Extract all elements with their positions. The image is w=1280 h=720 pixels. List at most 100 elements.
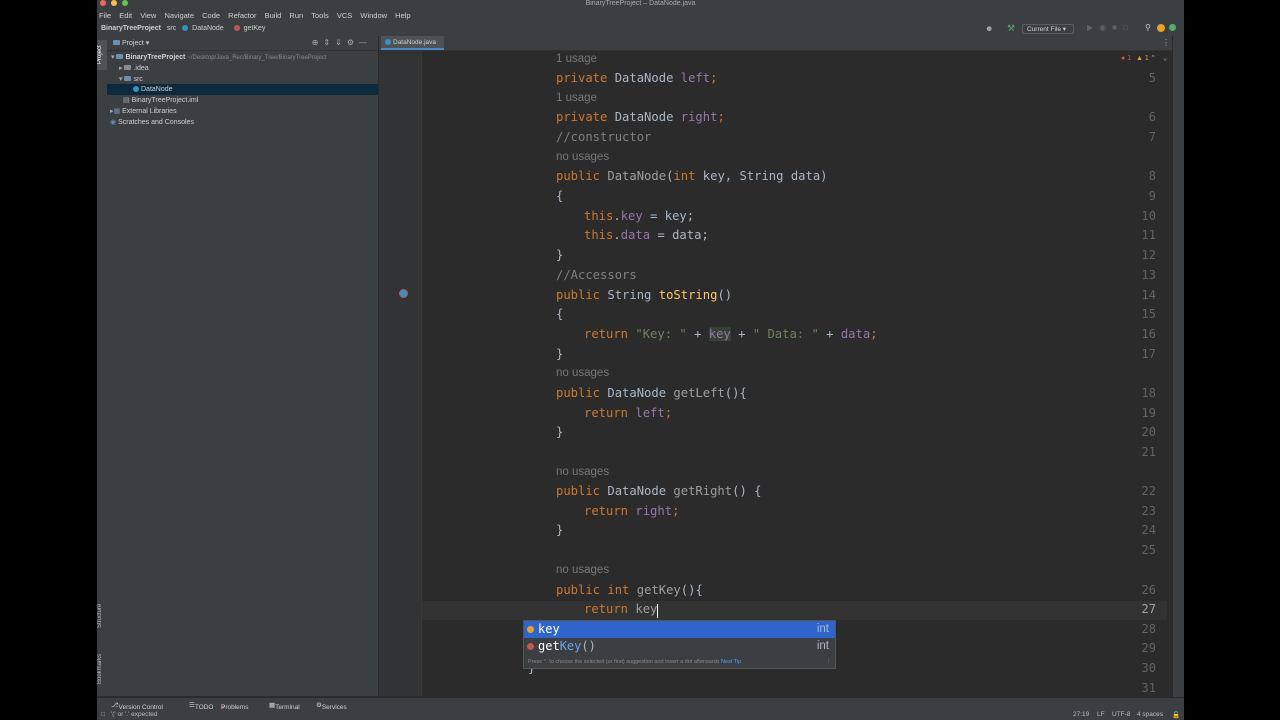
ide-logo-icon[interactable] [1169,24,1176,31]
menu-refactor[interactable]: Refactor [228,11,256,20]
keyword: public [556,583,601,597]
keyword: private [556,71,608,85]
completion-item-key[interactable]: key int [524,621,835,638]
tip-text: Press ^. to choose the selected (or firs… [528,659,720,665]
project-view-select[interactable]: Project ▾ [113,39,149,47]
completion-item-getkey[interactable]: getKey() int [524,638,835,655]
more-options-icon[interactable]: ⋮ [826,657,832,667]
menu-file[interactable]: File [99,11,111,20]
tool-services[interactable]: ⚙ Services [316,701,347,711]
expr-token: = key; [642,209,695,223]
run-config-label: Current File [1027,26,1061,33]
menu-vcs[interactable]: VCS [337,11,352,20]
warning-count: 1 [1144,55,1149,62]
usage-hint[interactable]: no usages [556,367,609,379]
breadcrumb-project[interactable]: BinaryTreeProject [101,25,161,32]
tool-terminal[interactable]: ▩ Terminal [269,701,300,711]
line-number: 5 [1148,71,1156,85]
current-line-highlight [422,601,1167,620]
menu-edit[interactable]: Edit [119,11,132,20]
menu-run[interactable]: Run [289,11,303,20]
next-highlight-icon[interactable]: ⌄ [1163,54,1167,62]
punct-token: + [686,327,709,341]
line-number: 22 [1141,484,1156,498]
tree-item-iml[interactable]: ▤ BinaryTreeProject.iml [107,95,378,106]
breadcrumb-class[interactable]: DataNode [182,25,228,32]
override-gutter-icon[interactable] [399,289,408,298]
punct-token: ; [710,71,718,85]
user-icon[interactable]: ☻ [985,24,993,33]
breadcrumb-src[interactable]: src [167,25,176,32]
run-config-select[interactable]: Current File ▾ [1022,24,1074,34]
build-hammer-icon[interactable]: ⚒ [1007,23,1015,34]
file-encoding[interactable]: UTF-8 [1112,711,1130,718]
tab-datanode-java[interactable]: DataNode.java [381,36,444,50]
line-number: 20 [1141,425,1156,439]
field-token: left [628,406,665,420]
inspection-errors[interactable]: ● 1 [1121,55,1131,62]
field-token: key [708,327,731,341]
menu-bar: BinaryTreeProject – DataNode.java File E… [97,0,1184,22]
punct-token: + [818,327,841,341]
tree-item-datanode[interactable]: DataNode [107,84,378,95]
next-tip-link[interactable]: Next Tip [721,659,741,665]
breadcrumb: BinaryTreeProject src DataNode getKey [101,25,273,32]
code-line-10: this.key = key; [584,209,694,223]
usage-hint[interactable]: no usages [556,151,609,163]
menu-help[interactable]: Help [395,11,410,20]
zoom-window-icon[interactable] [122,0,128,6]
tree-item-external-libraries[interactable]: ▸▦ External Libraries [107,106,378,117]
status-toggle-icon[interactable]: □ [101,711,105,718]
menu-window[interactable]: Window [360,11,387,20]
menu-code[interactable]: Code [202,11,220,20]
string-token: " Data: " [752,327,819,341]
tree-item-scratches[interactable]: ◉ Scratches and Consoles [107,117,378,128]
keyword: int [607,583,630,597]
close-window-icon[interactable] [100,0,106,6]
status-message: '(' or '.' expected [111,711,158,718]
code-editor[interactable]: ● 1 ▲ 1 ⌃ ⌄ 5 6 7 8 9 10 11 12 13 14 15 … [379,51,1184,696]
lock-icon[interactable]: 🔓 [1172,711,1180,719]
tab-options-icon[interactable]: ⋮ [1162,38,1170,47]
keyword: public [556,288,601,302]
line-number: 31 [1141,681,1156,695]
line-separator[interactable]: LF [1097,711,1105,718]
menu-view[interactable]: View [140,11,156,20]
code-line-15: { [556,307,564,321]
tool-version-control[interactable]: ⎇ Version Control [111,701,163,711]
prev-highlight-icon[interactable]: ⌃ [1151,54,1155,62]
tree-item-project-root[interactable]: ▾ BinaryTreeProject ~/Desktop/Java_Rec/B… [107,52,378,63]
bookmarks-tool-tab[interactable]: Bookmarks [97,646,107,692]
type-token: DataNode [600,484,674,498]
usage-hint[interactable]: no usages [556,466,609,478]
ide-window: BinaryTreeProject – DataNode.java File E… [97,0,1184,720]
caret-position[interactable]: 27:19 [1073,711,1089,718]
inspection-warnings[interactable]: ▲ 1 [1136,55,1149,62]
indent-setting[interactable]: 4 spaces [1137,711,1163,718]
menu-build[interactable]: Build [265,11,282,20]
project-panel-tools[interactable]: ⊕⇕⇓⚙— [312,38,372,47]
tree-item-idea[interactable]: ▸ .idea [107,63,378,74]
structure-tool-tab[interactable]: Structure [97,596,107,636]
search-icon[interactable]: ⚲ [1145,23,1151,32]
method-icon [527,643,534,650]
punct-token: + [730,327,753,341]
usage-hint[interactable]: 1 usage [556,92,597,104]
menu-navigate[interactable]: Navigate [164,11,194,20]
field-token: left [680,71,711,85]
tool-todo[interactable]: ☰ TODO [189,701,214,711]
project-tool-tab[interactable]: Project [97,40,107,70]
folder-icon [124,76,132,81]
code-line-6: private DataNode right; [556,110,725,124]
menu-tools[interactable]: Tools [311,11,329,20]
type-token: DataNode [607,110,681,124]
keyword: public [556,484,601,498]
line-number-gutter [379,51,422,696]
breadcrumb-method[interactable]: getKey [233,25,270,32]
text-caret [657,604,658,618]
usage-hint[interactable]: no usages [556,564,609,576]
avatar[interactable] [1157,24,1165,32]
keyword: this [584,209,614,223]
usage-hint[interactable]: 1 usage [556,53,597,65]
minimize-window-icon[interactable] [111,0,117,6]
